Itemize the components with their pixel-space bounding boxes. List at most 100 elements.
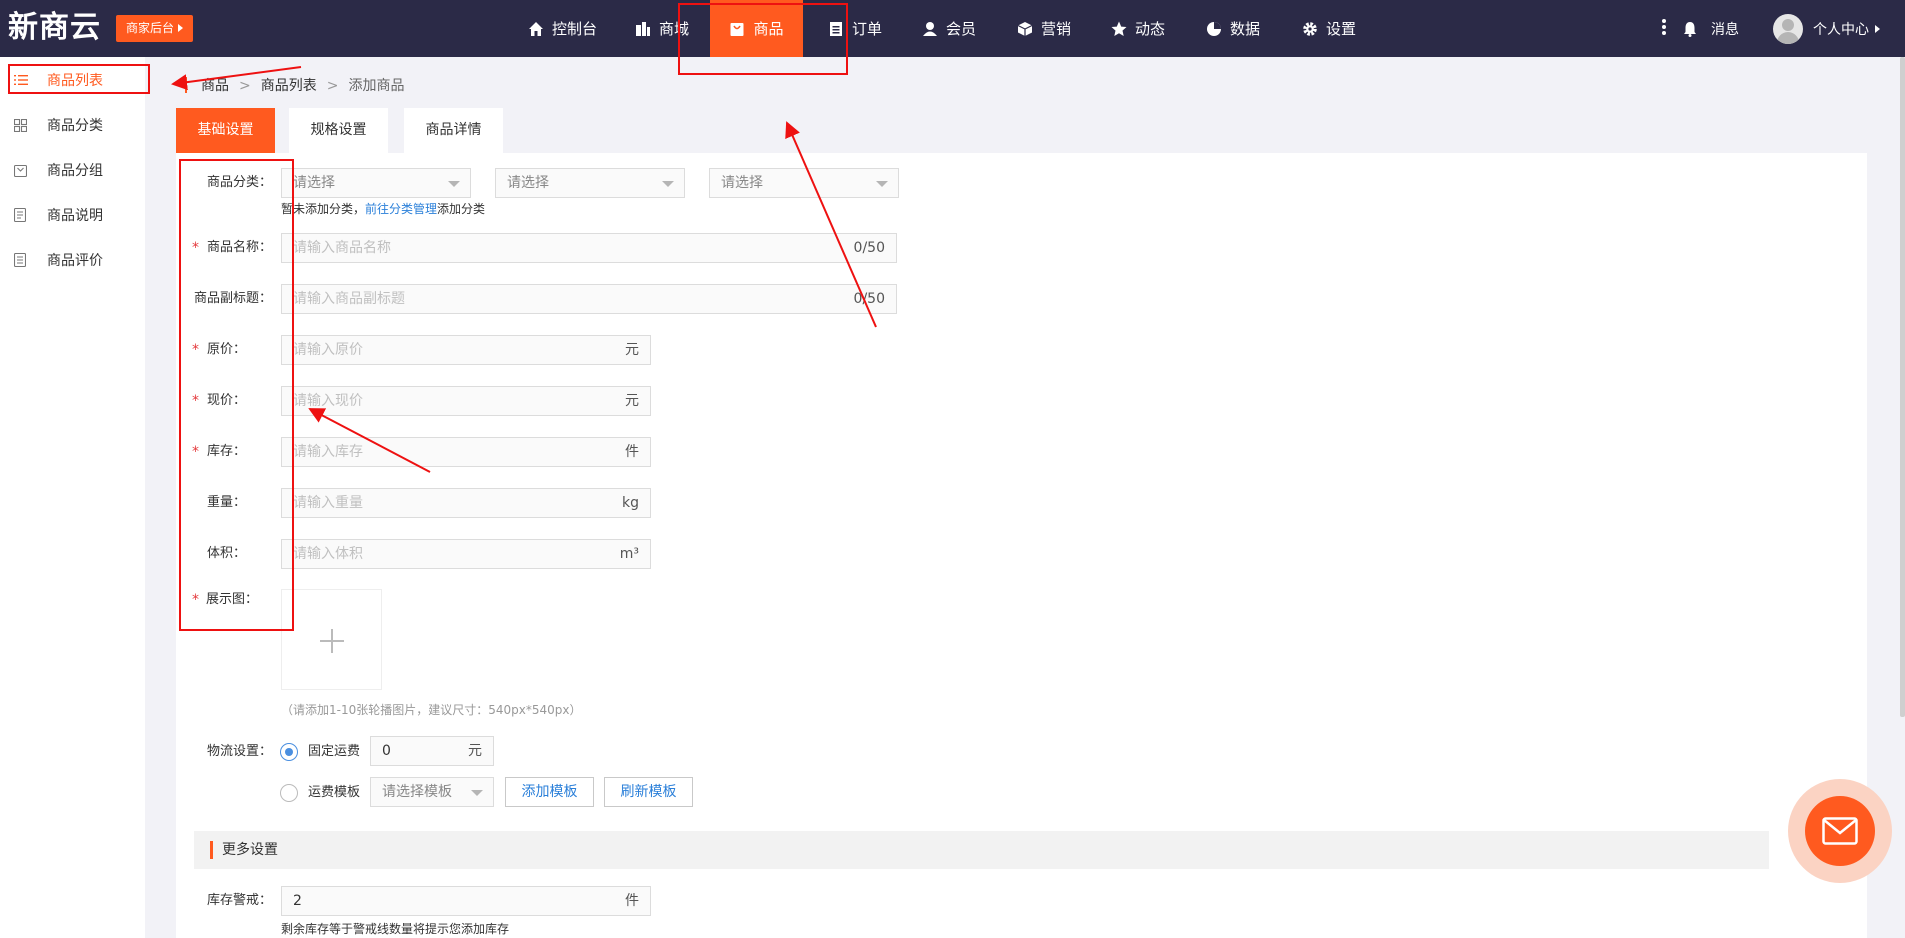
nav-goods[interactable]: 商品: [710, 0, 803, 57]
tab-goods-detail[interactable]: 商品详情: [404, 108, 503, 153]
fixed-shipping-label[interactable]: 固定运费: [308, 737, 360, 767]
category-manage-link[interactable]: 前往分类管理: [365, 202, 437, 216]
sidebar-item-goods-category[interactable]: 商品分类: [0, 105, 145, 145]
input-placeholder: 请输入商品副标题: [293, 291, 405, 307]
brand-logo[interactable]: 新商云: [8, 8, 101, 48]
user-icon: [922, 21, 938, 37]
sidebar-item-goods-review[interactable]: 商品评价: [0, 240, 145, 280]
volume-label: 体积：: [206, 546, 246, 561]
template-shipping-radio[interactable]: [280, 784, 298, 802]
more-settings-section: 更多设置: [194, 831, 1769, 869]
nav-dashboard[interactable]: 控制台: [518, 0, 607, 57]
name-label: 商品名称：: [206, 240, 272, 255]
list-icon: [14, 74, 32, 86]
more-settings-title: 更多设置: [222, 842, 278, 858]
weight-input[interactable]: 请输入重量 kg: [281, 488, 651, 518]
goods-subtitle-input[interactable]: 请输入商品副标题 0/50: [281, 284, 897, 314]
grid-icon: [14, 118, 32, 132]
subtitle-label: 商品副标题：: [193, 291, 272, 306]
gallery-label: 展示图：: [205, 592, 258, 607]
stock-input[interactable]: 请输入库存 件: [281, 437, 651, 467]
nav-label: 会员: [945, 20, 976, 38]
sidebar-item-label: 商品说明: [47, 208, 103, 224]
select-placeholder: 请选择模板: [382, 784, 452, 800]
input-placeholder: 请输入库存: [293, 444, 363, 460]
section-accent-bar: [210, 841, 213, 859]
breadcrumb-separator: >: [239, 78, 251, 94]
mail-icon: [1822, 817, 1858, 845]
breadcrumb-current: 添加商品: [348, 78, 405, 94]
nav-settings[interactable]: 设置: [1290, 0, 1368, 57]
goods-name-input[interactable]: 请输入商品名称 0/50: [281, 233, 897, 263]
chevron-down-icon: [662, 181, 674, 187]
pie-chart-icon: [1206, 21, 1222, 37]
image-upload-plus-icon[interactable]: [281, 589, 382, 690]
sidebar-item-goods-group[interactable]: 商品分组: [0, 150, 145, 190]
bag-icon: [729, 21, 745, 37]
nav-marketing[interactable]: 营销: [1005, 0, 1083, 57]
add-template-button[interactable]: 添加模板: [505, 777, 594, 807]
more-menu-icon[interactable]: [1661, 18, 1667, 38]
fixed-shipping-input[interactable]: 0元: [370, 736, 494, 766]
nav-mall[interactable]: 商城: [625, 0, 699, 57]
original-price-input[interactable]: 请输入原价 元: [281, 335, 651, 365]
breadcrumb-item[interactable]: 商品: [201, 78, 229, 94]
shipping-template-select[interactable]: 请选择模板: [370, 777, 494, 807]
gear-icon: [1302, 21, 1318, 37]
input-value: 2: [293, 893, 302, 909]
chevron-down-icon: [471, 790, 483, 796]
merchant-backend-button[interactable]: 商家后台: [116, 15, 194, 42]
sidebar-item-label: 商品列表: [47, 73, 103, 89]
current-price-input[interactable]: 请输入现价 元: [281, 386, 651, 416]
current-price-label: 现价：: [206, 393, 246, 408]
clipboard-icon: [828, 21, 844, 37]
unit-suffix: kg: [622, 495, 639, 511]
refresh-template-button[interactable]: 刷新模板: [604, 777, 693, 807]
tab-basic-settings[interactable]: 基础设置: [176, 108, 275, 153]
volume-input[interactable]: 请输入体积 m³: [281, 539, 651, 569]
nav-label: 营销: [1040, 20, 1071, 38]
nav-members[interactable]: 会员: [912, 0, 986, 57]
select-placeholder: 请选择: [293, 175, 335, 191]
breadcrumb-item[interactable]: 商品列表: [261, 78, 317, 94]
sidebar-item-goods-description[interactable]: 商品说明: [0, 195, 145, 235]
nav-activity[interactable]: 动态: [1100, 0, 1176, 57]
sidebar-item-goods-list[interactable]: 商品列表: [0, 60, 145, 100]
category-select-1[interactable]: 请选择: [281, 168, 471, 198]
sidebar-item-label: 商品评价: [47, 253, 103, 269]
category-hint: 暂未添加分类，前往分类管理添加分类: [281, 201, 485, 217]
comment-icon: [14, 253, 32, 267]
box-icon: [1017, 21, 1033, 37]
user-center-label: 个人中心: [1813, 21, 1869, 38]
nav-label: 动态: [1134, 20, 1165, 38]
breadcrumb-accent-bar: [185, 77, 187, 93]
user-center-menu[interactable]: 个人中心: [1773, 0, 1880, 57]
fixed-shipping-radio[interactable]: [280, 743, 298, 761]
nav-label: 商城: [658, 20, 689, 38]
stock-warning-hint: 剩余库存等于警戒线数量将提示您添加库存: [281, 922, 510, 936]
avatar: [1773, 13, 1803, 44]
category-select-2[interactable]: 请选择: [495, 168, 685, 198]
hint-text: 添加分类: [437, 202, 486, 216]
messages-button[interactable]: 消息: [1683, 0, 1739, 57]
messages-label: 消息: [1711, 21, 1739, 38]
input-placeholder: 请输入商品名称: [293, 240, 391, 256]
char-counter: 0/50: [853, 291, 885, 307]
nav-label: 设置: [1325, 20, 1356, 38]
unit-suffix: 件: [625, 444, 639, 460]
note-icon: [14, 208, 32, 222]
unit-suffix: 元: [625, 342, 639, 358]
nav-label: 订单: [851, 20, 882, 38]
chevron-down-icon: [876, 181, 888, 187]
floating-message-button[interactable]: [1788, 779, 1892, 883]
stock-warning-input[interactable]: 2件: [281, 886, 651, 916]
tab-spec-settings[interactable]: 规格设置: [289, 108, 388, 153]
unit-suffix: 元: [468, 743, 482, 759]
category-select-3[interactable]: 请选择: [709, 168, 899, 198]
home-icon: [528, 21, 544, 37]
template-shipping-label[interactable]: 运费模板: [308, 778, 360, 808]
page-scrollbar[interactable]: [1900, 57, 1905, 717]
nav-data[interactable]: 数据: [1196, 0, 1270, 57]
caret-right-icon: [178, 24, 184, 32]
nav-orders[interactable]: 订单: [817, 0, 893, 57]
